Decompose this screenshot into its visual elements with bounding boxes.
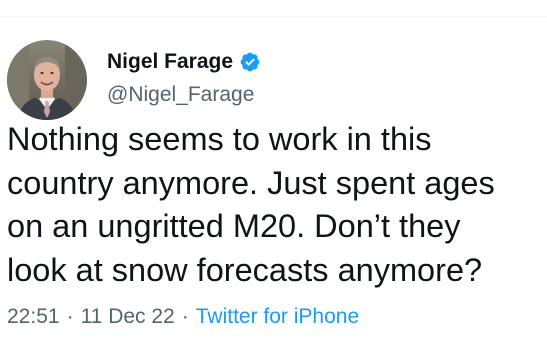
author-handle[interactable]: @Nigel_Farage <box>107 83 254 107</box>
author-name-row: Nigel Farage <box>107 48 261 76</box>
verified-badge-icon <box>240 52 260 72</box>
meta-separator: · <box>66 305 74 328</box>
top-divider <box>0 16 547 17</box>
profile-photo <box>7 40 87 120</box>
tweet-source-link[interactable]: Twitter for iPhone <box>196 305 359 329</box>
tweet-time[interactable]: 22:51 <box>7 305 60 329</box>
tweet-date[interactable]: 11 Dec 22 <box>81 305 175 329</box>
avatar[interactable] <box>7 40 87 120</box>
tweet-meta: 22:51 · 11 Dec 22 · Twitter for iPhone <box>7 305 359 329</box>
tweet-text: Nothing seems to work in this country an… <box>7 121 495 288</box>
meta-separator: · <box>181 305 189 328</box>
author-display-name[interactable]: Nigel Farage <box>107 50 233 74</box>
